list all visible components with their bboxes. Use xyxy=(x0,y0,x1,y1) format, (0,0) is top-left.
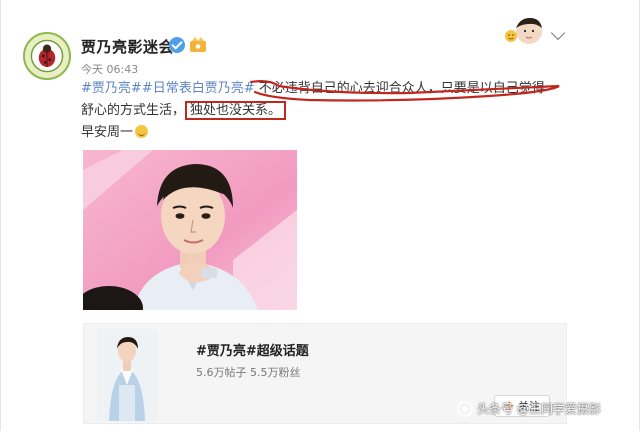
hashtag-daily-confession[interactable]: #日常表白贾乃亮# xyxy=(142,81,255,96)
post-text-line2: 舒心的方式生活， xyxy=(81,103,186,118)
source-watermark: 头条号 @王同学爱摄影 xyxy=(457,400,601,417)
post-text-line1: 不必违背自己的心去迎合众人，只要是以自己觉得 xyxy=(258,81,545,96)
post-body: #贾乃亮##日常表白贾乃亮# 不必违背自己的心去迎合众人，只要是以自己觉得 舒心… xyxy=(81,78,561,144)
hashtag-jianailiang[interactable]: #贾乃亮# xyxy=(81,81,142,96)
account-name[interactable]: 贾乃亮影迷会 xyxy=(81,36,174,57)
watermark-logo-icon xyxy=(457,400,473,417)
watermark-text: 头条号 @王同学爱摄影 xyxy=(477,402,601,416)
celebrity-badge-avatar[interactable] xyxy=(496,16,546,46)
topic-title[interactable]: #贾乃亮#超级话题 xyxy=(196,340,309,359)
chevron-down-icon[interactable] xyxy=(550,25,566,41)
post-text-line3: 早安周一 xyxy=(81,125,134,140)
topic-stats: 5.6万帖子 5.5万粉丝 xyxy=(196,366,301,379)
topic-thumbnail xyxy=(97,329,157,421)
weibo-post: 贾乃亮影迷会 今天 06:43 #贾乃亮##日常表白贾乃亮# 不必违背自己的心去… xyxy=(0,0,640,431)
smile-emoji-icon xyxy=(135,125,149,138)
highlighted-phrase: 独处也没关系。 xyxy=(185,101,287,120)
fanclub-avatar[interactable] xyxy=(23,32,71,80)
vip-icon xyxy=(190,37,206,52)
post-timestamp[interactable]: 今天 06:43 xyxy=(81,61,138,77)
verified-icon xyxy=(169,37,185,53)
post-photo[interactable] xyxy=(83,150,297,310)
